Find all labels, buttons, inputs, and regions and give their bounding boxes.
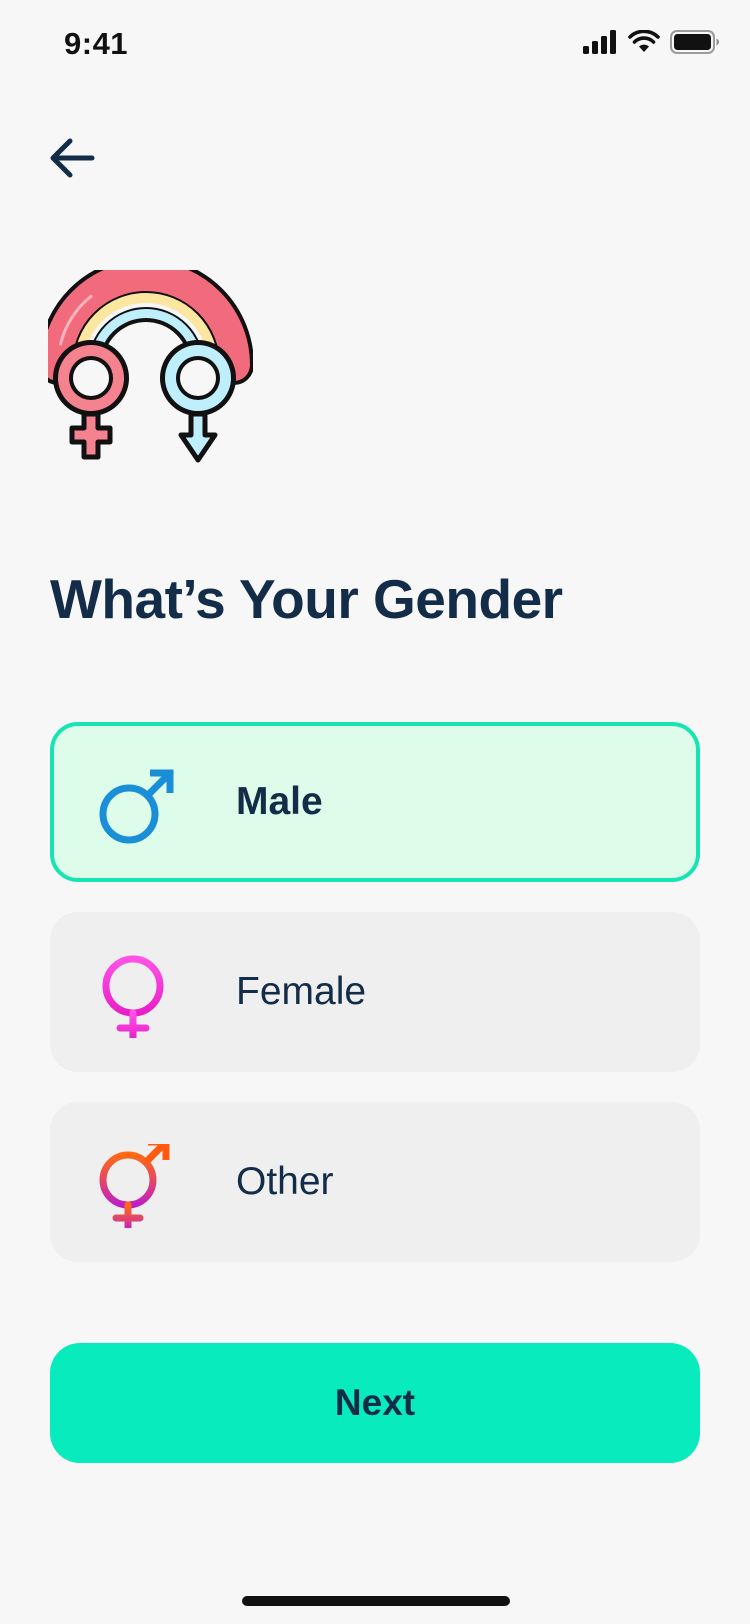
option-label-male: Male (236, 780, 323, 823)
option-female[interactable]: Female (50, 912, 700, 1072)
arrow-left-icon (50, 138, 95, 178)
battery-icon (670, 30, 719, 54)
option-label-female: Female (236, 970, 367, 1013)
gender-options: Male Female Other (50, 722, 700, 1292)
status-icons (582, 30, 720, 54)
cellular-signal-icon (583, 30, 616, 54)
option-label-other: Other (236, 1160, 334, 1203)
next-button[interactable]: Next (50, 1343, 700, 1463)
status-time: 9:41 (64, 26, 129, 61)
status-bar: 9:41 (0, 0, 750, 90)
rainbow-gender-symbols-illustration (48, 270, 253, 463)
female-symbol-icon (102, 955, 164, 1038)
page-title: What’s Your Gender (50, 568, 563, 630)
male-symbol-icon (99, 769, 174, 844)
back-button[interactable] (44, 130, 100, 186)
home-indicator (242, 1596, 510, 1606)
option-other[interactable]: Other (50, 1102, 700, 1262)
wifi-icon (628, 30, 660, 52)
option-male[interactable]: Male (50, 722, 700, 882)
other-gender-symbol-icon (99, 1144, 170, 1228)
